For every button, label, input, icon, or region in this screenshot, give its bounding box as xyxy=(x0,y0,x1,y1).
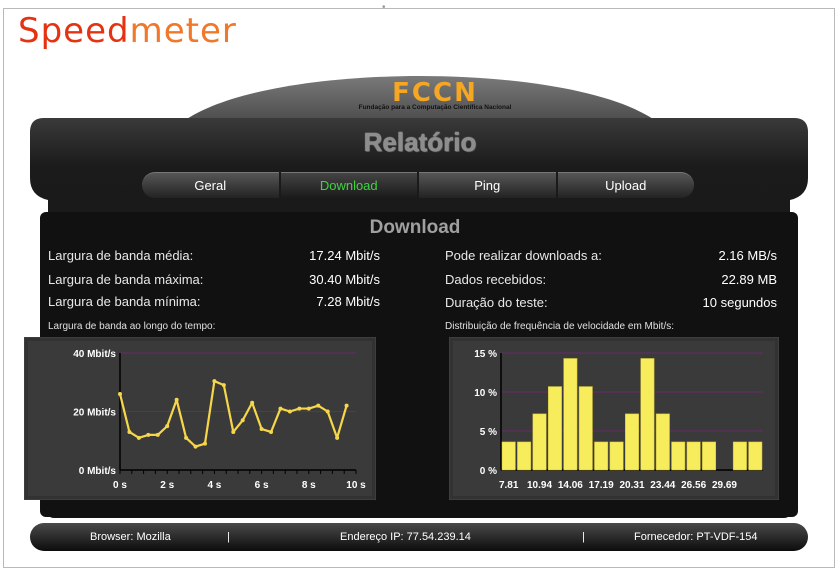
x-tick-label: 2 s xyxy=(160,480,174,491)
x-tick-label: 14.06 xyxy=(558,480,583,491)
histogram-bar xyxy=(578,386,593,471)
tab-download[interactable]: Download xyxy=(280,172,417,198)
stat-avg-bandwidth: Largura de banda média: 17.24 Mbit/s xyxy=(48,248,380,268)
stat-value: 7.28 Mbit/s xyxy=(316,294,380,309)
stat-value: 10 segundos xyxy=(702,295,777,310)
x-tick-label: 0 s xyxy=(113,480,127,491)
x-tick-label: 10 s xyxy=(346,480,366,491)
data-point xyxy=(221,383,226,388)
y-tick-label: 40 Mbit/s xyxy=(73,349,116,360)
footer-provider: Fornecedor: PT-VDF-154 xyxy=(634,531,758,543)
bandwidth-line-chart: 0 Mbit/s 20 Mbit/s 40 Mbit/s 0 s 2 s 4 s 6 s 8 … xyxy=(24,337,376,500)
histogram-bar xyxy=(625,413,639,471)
distribution-chart-caption: Distribuição de frequência de velocidade… xyxy=(445,321,675,332)
footer-ip: Endereço IP: 77.54.239.14 xyxy=(340,531,471,543)
stat-label: Dados recebidos: xyxy=(445,272,547,287)
stat-value: 17.24 Mbit/s xyxy=(309,248,380,263)
y-tick-label: 0 Mbit/s xyxy=(79,466,117,477)
report-tabs: Geral Download Ping Upload xyxy=(142,172,694,198)
stat-label: Duração do teste: xyxy=(445,295,548,310)
histogram-bar xyxy=(594,441,609,471)
stat-value: 30.40 Mbit/s xyxy=(309,272,380,287)
x-tick-label: 17.19 xyxy=(589,480,614,491)
data-point xyxy=(287,409,292,414)
data-point xyxy=(184,435,189,440)
data-point xyxy=(118,391,122,396)
speed-distribution-bar-chart: 0 % 5 % 10 % 15 % 7.81 10.94 14.06 17.19 20.31 23… xyxy=(449,337,779,500)
histogram-bar xyxy=(655,413,670,471)
stat-label: Largura de banda média: xyxy=(48,248,194,263)
stat-data-received: Dados recebidos: 22.89 MB xyxy=(445,272,777,292)
footer-separator: | xyxy=(227,531,230,543)
histogram-bar xyxy=(640,358,655,471)
y-tick-label: 15 % xyxy=(474,349,497,360)
x-tick-label: 23.44 xyxy=(650,480,675,491)
y-tick-label: 20 Mbit/s xyxy=(73,408,116,419)
data-point xyxy=(231,429,236,434)
data-point xyxy=(250,400,255,405)
stat-label: Pode realizar downloads a: xyxy=(445,248,602,263)
data-point xyxy=(278,406,283,411)
data-point xyxy=(174,397,179,402)
footer-browser: Browser: Mozilla xyxy=(90,531,171,543)
histogram-bar xyxy=(532,413,547,471)
x-tick-label: 20.31 xyxy=(619,480,644,491)
data-point xyxy=(325,409,330,414)
x-tick-label: 26.56 xyxy=(681,480,706,491)
tab-ping[interactable]: Ping xyxy=(419,172,556,198)
fccn-subtitle: Fundação para a Computação Científica Na… xyxy=(358,104,512,111)
histogram-bar xyxy=(609,441,624,471)
y-tick-label: 5 % xyxy=(480,427,497,438)
stat-min-bandwidth: Largura de banda mínima: 7.28 Mbit/s xyxy=(48,294,380,314)
tab-upload[interactable]: Upload xyxy=(557,172,694,198)
stat-test-duration: Duração do teste: 10 segundos xyxy=(445,295,777,315)
data-point xyxy=(127,429,132,434)
tab-geral[interactable]: Geral xyxy=(142,172,279,198)
x-tick-label: 10.94 xyxy=(527,480,552,491)
data-point xyxy=(212,379,217,384)
bandwidth-chart-caption: Largura de banda ao longo do tempo: xyxy=(48,321,216,332)
histogram-bar xyxy=(563,358,578,471)
histogram-bar xyxy=(671,441,686,471)
data-point xyxy=(335,435,340,440)
data-point xyxy=(344,403,349,408)
stat-label: Largura de banda máxima: xyxy=(48,272,204,287)
x-tick-label: 29.69 xyxy=(712,480,737,491)
histogram-bar xyxy=(732,441,747,471)
stat-label: Largura de banda mínima: xyxy=(48,294,201,309)
footer-bar: Browser: Mozilla | Endereço IP: 77.54.23… xyxy=(30,523,808,551)
x-tick-label: 6 s xyxy=(255,480,269,491)
histogram-bar xyxy=(501,441,516,471)
histogram-bar xyxy=(547,386,562,471)
section-title: Download xyxy=(369,217,461,238)
data-point xyxy=(306,406,311,411)
y-tick-label: 0 % xyxy=(480,466,497,477)
data-point xyxy=(269,429,274,434)
histogram-bar xyxy=(748,441,763,471)
data-point xyxy=(193,444,198,449)
data-point xyxy=(259,427,264,432)
data-point xyxy=(316,403,321,408)
y-tick-label: 10 % xyxy=(474,388,497,399)
histogram-bar xyxy=(517,441,532,471)
data-point xyxy=(240,418,245,423)
stat-max-bandwidth: Largura de banda máxima: 30.40 Mbit/s xyxy=(48,272,380,292)
stat-value: 22.89 MB xyxy=(721,272,777,287)
footer-separator: | xyxy=(582,531,585,543)
x-tick-label: 8 s xyxy=(302,480,316,491)
data-point xyxy=(297,406,302,411)
x-tick-label: 4 s xyxy=(207,480,221,491)
data-point xyxy=(155,432,160,437)
x-tick-label: 7.81 xyxy=(499,480,519,491)
data-point xyxy=(136,435,141,440)
data-point xyxy=(165,424,170,429)
histogram-bar xyxy=(702,441,717,471)
stat-download-rate: Pode realizar downloads a: 2.16 MB/s xyxy=(445,248,777,268)
histogram-bar xyxy=(686,441,701,471)
data-point xyxy=(202,441,207,446)
stat-value: 2.16 MB/s xyxy=(718,248,777,263)
report-title: Relatório xyxy=(363,127,477,157)
data-point xyxy=(146,432,151,437)
